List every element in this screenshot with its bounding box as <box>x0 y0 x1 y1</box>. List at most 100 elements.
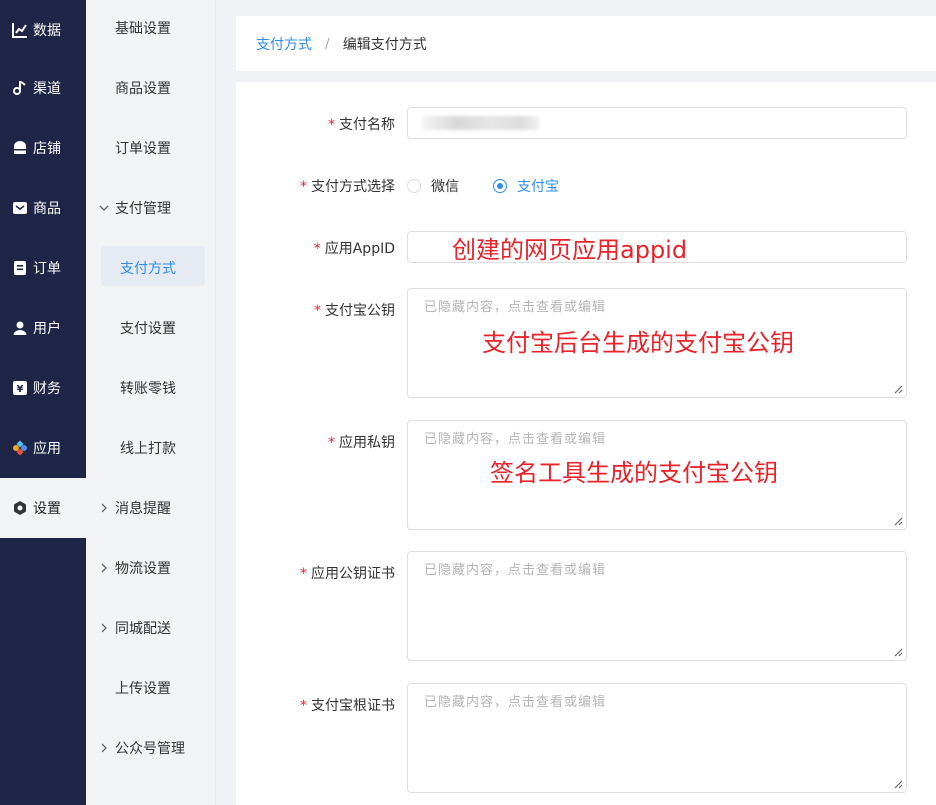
resize-handle-icon[interactable] <box>893 647 903 657</box>
submenu-item-transfer-change[interactable]: 转账零钱 <box>86 358 216 418</box>
radio-label: 支付宝 <box>517 179 559 195</box>
payment-method-radio-group: 微信 支付宝 <box>407 176 593 196</box>
store-icon <box>12 140 28 156</box>
nav-item-product[interactable]: 商品 <box>0 178 86 238</box>
required-asterisk: * <box>328 435 335 451</box>
textarea-placeholder: 已隐藏内容，点击查看或编辑 <box>424 563 607 578</box>
nav-item-finance[interactable]: ¥ 财务 <box>0 358 86 418</box>
submenu-group-notification[interactable]: 消息提醒 <box>86 478 216 538</box>
breadcrumb: 支付方式 / 编辑支付方式 <box>236 16 936 71</box>
payment-name-label: * 支付名称 <box>328 117 395 133</box>
submenu-item-product[interactable]: 商品设置 <box>86 58 216 118</box>
textarea-placeholder: 已隐藏内容，点击查看或编辑 <box>424 432 607 447</box>
product-icon <box>12 200 28 216</box>
radio-circle <box>493 179 507 193</box>
payment-method-label: * 支付方式选择 <box>300 179 395 195</box>
textarea-placeholder: 已隐藏内容，点击查看或编辑 <box>424 300 607 315</box>
nav-item-data[interactable]: 数据 <box>0 0 86 60</box>
resize-handle-icon[interactable] <box>893 384 903 394</box>
annotation-alipay-public-key: 支付宝后台生成的支付宝公钥 <box>482 329 794 357</box>
submenu-item-label: 基础设置 <box>115 21 171 37</box>
redacted-value <box>422 116 540 130</box>
gear-icon <box>12 500 28 516</box>
alipay-root-cert-label: * 支付宝根证书 <box>300 698 395 714</box>
submenu-item-online-payout[interactable]: 线上打款 <box>86 418 216 478</box>
submenu-item-label: 线上打款 <box>120 441 176 457</box>
submenu-item-label: 转账零钱 <box>120 381 176 397</box>
payment-name-input[interactable] <box>407 107 907 139</box>
submenu-item-payment-settings[interactable]: 支付设置 <box>86 298 216 358</box>
submenu-group-label: 物流设置 <box>115 561 171 577</box>
app-public-cert-label: * 应用公钥证书 <box>300 566 395 582</box>
apps-icon <box>12 440 28 456</box>
breadcrumb-current: 编辑支付方式 <box>342 36 427 53</box>
required-asterisk: * <box>314 303 321 319</box>
nav-item-label: 商品 <box>33 201 61 217</box>
submenu-item-label: 订单设置 <box>115 141 171 157</box>
nav-item-store[interactable]: 店铺 <box>0 118 86 178</box>
app-private-key-label: * 应用私钥 <box>328 435 395 451</box>
alipay-public-key-textarea[interactable]: 已隐藏内容，点击查看或编辑 支付宝后台生成的支付宝公钥 <box>407 288 907 398</box>
svg-text:¥: ¥ <box>17 384 24 395</box>
submenu-group-label: 支付管理 <box>115 201 171 217</box>
radio-circle <box>407 179 421 193</box>
submenu-group-payment[interactable]: 支付管理 <box>86 178 216 238</box>
submenu-item-payment-method[interactable]: 支付方式 <box>86 238 216 298</box>
nav-item-order[interactable]: 订单 <box>0 238 86 298</box>
submenu-item-upload[interactable]: 上传设置 <box>86 658 216 718</box>
radio-label: 微信 <box>431 179 459 195</box>
breadcrumb-separator: / <box>325 35 330 52</box>
submenu-group-logistics[interactable]: 物流设置 <box>86 538 216 598</box>
annotation-app-private-key: 签名工具生成的支付宝公钥 <box>490 459 778 487</box>
submenu-item-basic[interactable]: 基础设置 <box>86 0 216 58</box>
nav-item-apps[interactable]: 应用 <box>0 418 86 478</box>
submenu-item-order[interactable]: 订单设置 <box>86 118 216 178</box>
nav-item-label: 店铺 <box>33 141 61 157</box>
submenu-group-local-delivery[interactable]: 同城配送 <box>86 598 216 658</box>
annotation-appid: 创建的网页应用appid <box>452 236 688 264</box>
nav-item-channel[interactable]: 渠道 <box>0 58 86 118</box>
radio-alipay[interactable]: 支付宝 <box>493 176 559 196</box>
order-icon <box>12 260 28 276</box>
submenu-group-label: 公众号管理 <box>115 741 185 757</box>
appid-label: * 应用AppID <box>313 241 395 257</box>
required-asterisk: * <box>328 117 335 133</box>
payment-edit-form: * 支付名称 * 支付方式选择 微信 支付宝 * 应用AppID 创建的网页应用app… <box>236 82 936 805</box>
appid-input[interactable]: 创建的网页应用appid <box>407 231 907 264</box>
submenu-item-label: 支付方式 <box>120 261 176 277</box>
nav-item-label: 数据 <box>33 23 61 39</box>
finance-icon: ¥ <box>12 380 28 396</box>
required-asterisk: * <box>313 241 321 257</box>
alipay-root-cert-textarea[interactable]: 已隐藏内容，点击查看或编辑 <box>407 683 907 793</box>
required-asterisk: * <box>300 698 307 714</box>
resize-handle-icon[interactable] <box>893 779 903 789</box>
resize-handle-icon[interactable] <box>893 516 903 526</box>
chevron-down-icon <box>98 202 110 214</box>
nav-item-label: 财务 <box>33 381 61 397</box>
nav-item-label: 应用 <box>33 441 61 457</box>
chart-line-icon <box>12 22 28 38</box>
radio-wechat[interactable]: 微信 <box>407 176 459 196</box>
submenu-group-label: 消息提醒 <box>115 501 171 517</box>
chevron-right-icon <box>98 502 110 514</box>
nav-item-user[interactable]: 用户 <box>0 298 86 358</box>
submenu-group-label: 同城配送 <box>115 621 171 637</box>
app-private-key-textarea[interactable]: 已隐藏内容，点击查看或编辑 签名工具生成的支付宝公钥 <box>407 420 907 530</box>
nav-item-label: 设置 <box>33 501 61 517</box>
settings-submenu: 基础设置 商品设置 订单设置 支付管理 支付方式 支付设置 转账零钱 线上打款 … <box>86 0 216 805</box>
chevron-right-icon <box>98 622 110 634</box>
nav-item-label: 渠道 <box>33 81 61 97</box>
chevron-right-icon <box>98 742 110 754</box>
textarea-placeholder: 已隐藏内容，点击查看或编辑 <box>424 695 607 710</box>
submenu-group-official-account[interactable]: 公众号管理 <box>86 718 216 778</box>
breadcrumb-link-payment-method[interactable]: 支付方式 <box>256 34 312 54</box>
user-icon <box>12 320 28 336</box>
chevron-right-icon <box>98 562 110 574</box>
alipay-public-key-label: * 支付宝公钥 <box>314 303 395 319</box>
required-asterisk: * <box>300 179 307 195</box>
nav-item-settings[interactable]: 设置 <box>0 478 86 538</box>
submenu-item-label: 支付设置 <box>120 321 176 337</box>
app-public-cert-textarea[interactable]: 已隐藏内容，点击查看或编辑 <box>407 551 907 661</box>
nav-item-label: 订单 <box>33 261 61 277</box>
submenu-item-label: 商品设置 <box>115 81 171 97</box>
